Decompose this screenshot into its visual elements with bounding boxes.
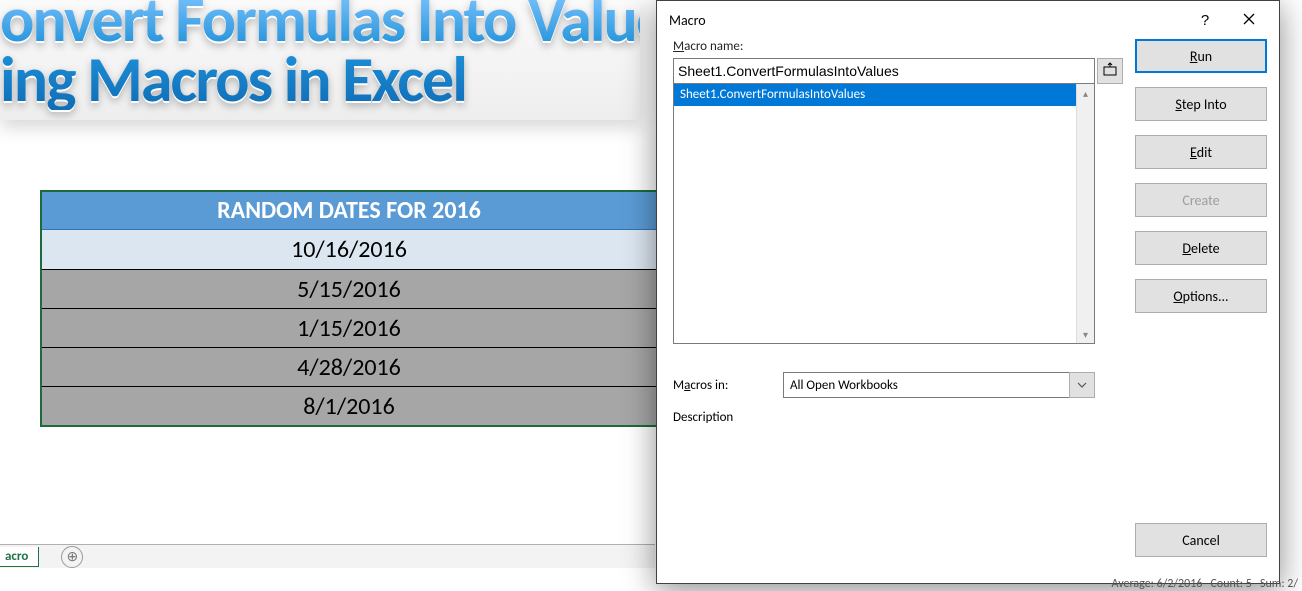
chevron-down-icon (1069, 372, 1095, 398)
range-select-icon (1103, 62, 1117, 81)
data-table[interactable]: RANDOM DATES FOR 2016 10/16/2016 5/15/20… (40, 190, 658, 427)
macros-in-value: All Open Workbooks (790, 378, 898, 393)
banner-line2: ing Macros in Excel (0, 41, 466, 119)
dialog-title: Macro (669, 12, 706, 29)
scroll-down-icon[interactable]: ▾ (1077, 325, 1094, 343)
macro-name-label: Macro name: (673, 39, 1123, 54)
description-label: Description (673, 410, 1123, 425)
macros-in-select[interactable]: All Open Workbooks (783, 372, 1095, 398)
list-item[interactable]: Sheet1.ConvertFormulasIntoValues (674, 84, 1094, 106)
table-row[interactable]: 4/28/2016 (42, 347, 656, 386)
close-icon (1243, 12, 1255, 29)
create-button: Create (1135, 183, 1267, 217)
plus-icon: ⊕ (66, 548, 78, 565)
close-button[interactable] (1227, 6, 1271, 34)
macro-name-input[interactable] (673, 58, 1095, 84)
help-icon: ? (1201, 12, 1209, 29)
run-button[interactable]: Run (1135, 39, 1267, 73)
table-header: RANDOM DATES FOR 2016 (42, 192, 656, 230)
help-button[interactable]: ? (1183, 6, 1227, 34)
macro-list[interactable]: Sheet1.ConvertFormulasIntoValues ▴ ▾ (673, 84, 1095, 344)
edit-button[interactable]: Edit (1135, 135, 1267, 169)
title-banner: onvert Formulas Into Values ing Macros i… (0, 0, 640, 120)
titlebar: Macro ? (657, 1, 1279, 39)
sheet-tab[interactable]: acro (0, 547, 39, 567)
table-row[interactable]: 8/1/2016 (42, 386, 656, 425)
table-row[interactable]: 1/15/2016 (42, 308, 656, 347)
scroll-up-icon[interactable]: ▴ (1077, 84, 1094, 102)
options-button[interactable]: Options... (1135, 279, 1267, 313)
sheet-tab-bar: acro ⊕ (0, 544, 655, 568)
button-column: Run Step Into Edit Create Delete Options… (1135, 39, 1267, 571)
table-row[interactable]: 5/15/2016 (42, 269, 656, 308)
macros-in-label: Macros in: (673, 378, 783, 393)
delete-button[interactable]: Delete (1135, 231, 1267, 265)
step-into-button[interactable]: Step Into (1135, 87, 1267, 121)
new-sheet-button[interactable]: ⊕ (61, 546, 83, 568)
status-bar: Average: 6/2/2016 Count: 5 Sum: 2/ (1111, 577, 1298, 591)
range-select-button[interactable] (1097, 58, 1123, 84)
banner-text: onvert Formulas Into Values ing Macros i… (0, 0, 640, 110)
scrollbar[interactable]: ▴ ▾ (1076, 84, 1094, 343)
table-row[interactable]: 10/16/2016 (42, 230, 656, 269)
cancel-button[interactable]: Cancel (1135, 523, 1267, 557)
macro-dialog: Macro ? Macro name: Sheet1.ConvertFo (656, 0, 1280, 584)
